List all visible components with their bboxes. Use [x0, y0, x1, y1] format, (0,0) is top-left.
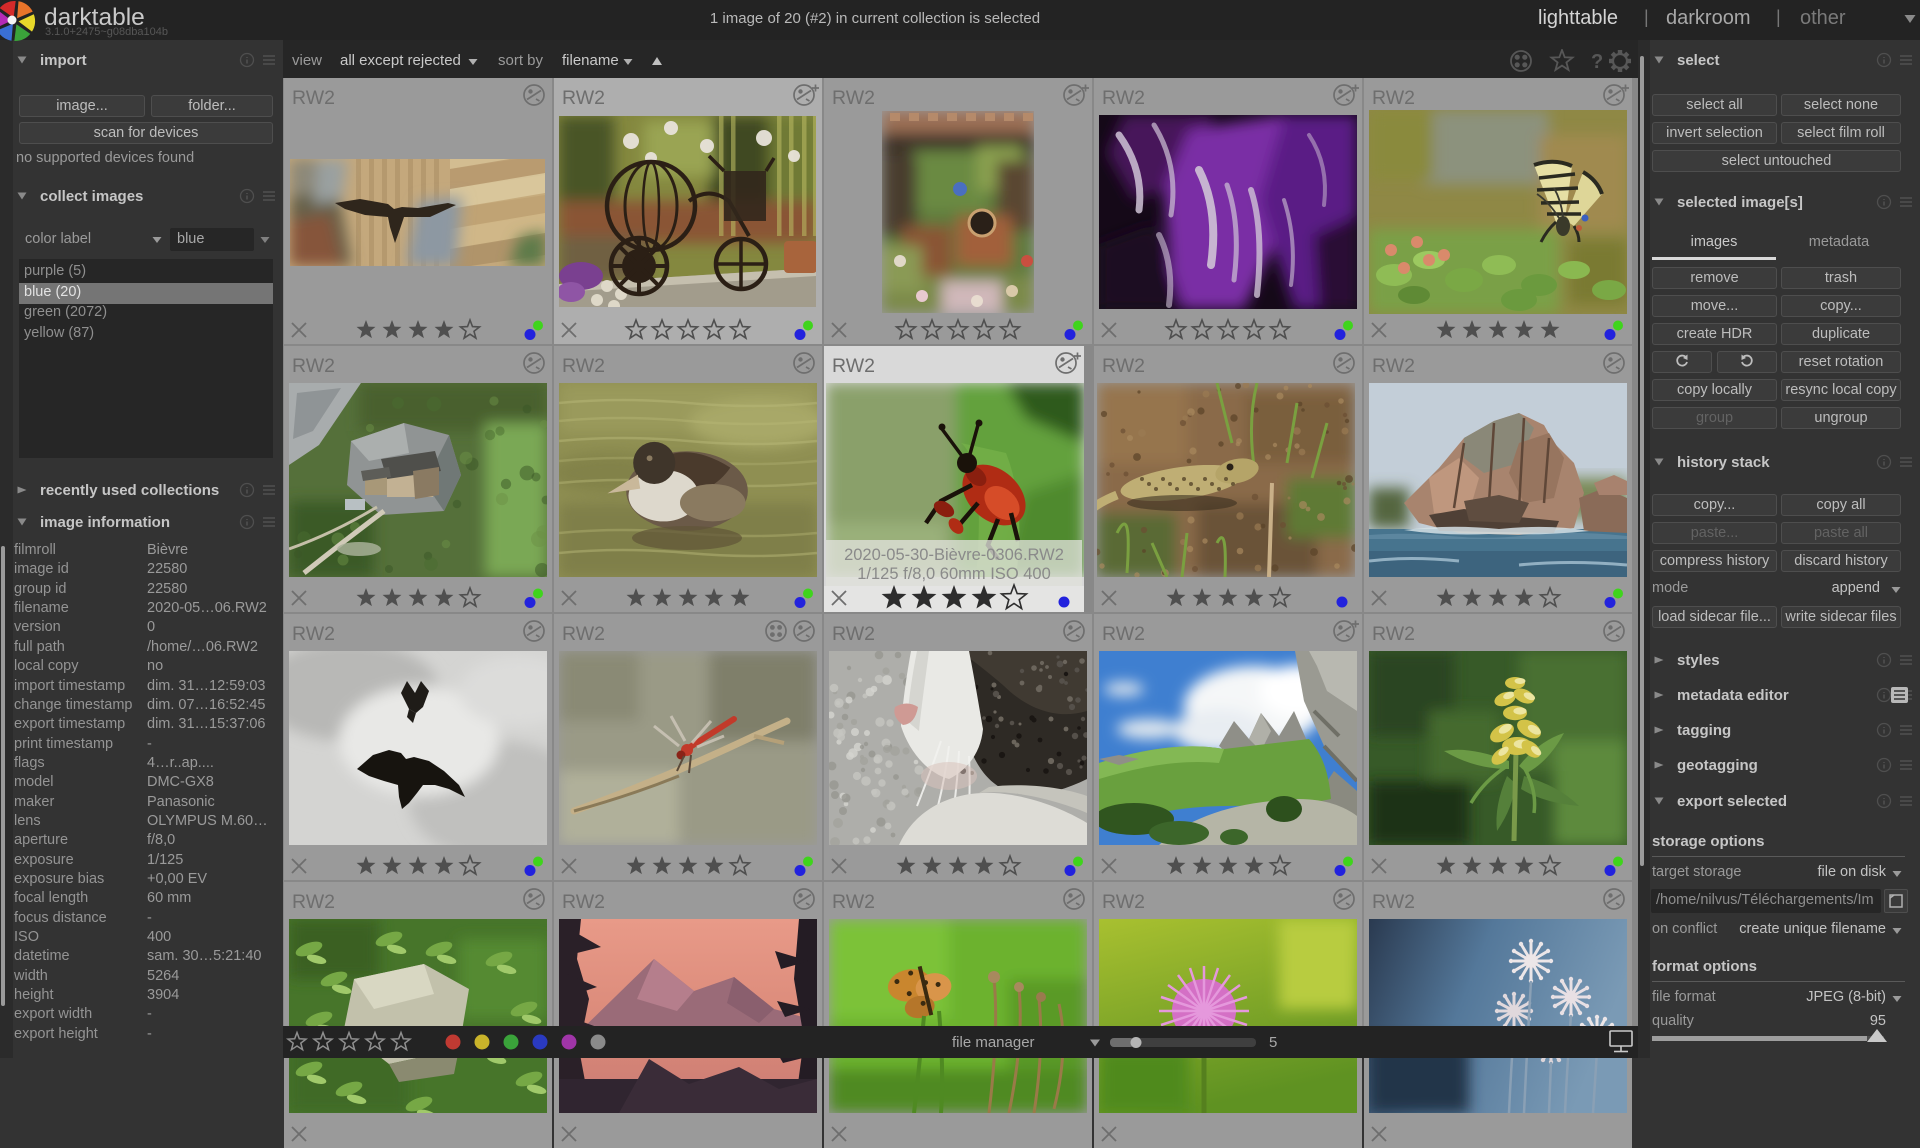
svg-text:?: ? — [1591, 51, 1603, 73]
svg-text:metadata editor: metadata editor — [1677, 687, 1789, 704]
svg-text:RW2: RW2 — [292, 891, 335, 913]
svg-text:2020-05-30-Bièvre-0306.RW2: 2020-05-30-Bièvre-0306.RW2 — [844, 546, 1064, 564]
svg-text:history stack: history stack — [1677, 454, 1770, 471]
svg-text:select: select — [1677, 52, 1720, 69]
svg-text:tagging: tagging — [1677, 722, 1731, 739]
svg-text:import: import — [40, 52, 87, 69]
svg-text:RW2: RW2 — [1372, 891, 1415, 913]
svg-text:RW2: RW2 — [292, 87, 335, 109]
svg-text:selected image[s]: selected image[s] — [1677, 194, 1803, 211]
svg-text:1/125 f/8,0 60mm ISO 400: 1/125 f/8,0 60mm ISO 400 — [857, 565, 1051, 583]
svg-text:file manager: file manager — [952, 1034, 1035, 1051]
svg-text:RW2: RW2 — [292, 623, 335, 645]
svg-text:RW2: RW2 — [832, 355, 875, 377]
svg-text:recently used collections: recently used collections — [40, 482, 219, 499]
svg-text:image information: image information — [40, 514, 170, 531]
svg-text:export selected: export selected — [1677, 793, 1787, 810]
svg-text:RW2: RW2 — [1372, 87, 1415, 109]
svg-text:RW2: RW2 — [1102, 891, 1145, 913]
svg-text:RW2: RW2 — [562, 623, 605, 645]
svg-text:RW2: RW2 — [562, 87, 605, 109]
svg-text:RW2: RW2 — [1372, 623, 1415, 645]
svg-text:RW2: RW2 — [1102, 623, 1145, 645]
svg-text:collect images: collect images — [40, 188, 143, 205]
svg-text:RW2: RW2 — [1372, 355, 1415, 377]
svg-text:RW2: RW2 — [562, 891, 605, 913]
svg-text:5: 5 — [1269, 1034, 1277, 1051]
svg-text:RW2: RW2 — [832, 623, 875, 645]
svg-text:RW2: RW2 — [832, 891, 875, 913]
svg-text:RW2: RW2 — [1102, 355, 1145, 377]
svg-text:RW2: RW2 — [832, 87, 875, 109]
svg-text:RW2: RW2 — [562, 355, 605, 377]
svg-text:styles: styles — [1677, 652, 1720, 669]
svg-text:geotagging: geotagging — [1677, 757, 1758, 774]
svg-text:RW2: RW2 — [292, 355, 335, 377]
svg-text:RW2: RW2 — [1102, 87, 1145, 109]
